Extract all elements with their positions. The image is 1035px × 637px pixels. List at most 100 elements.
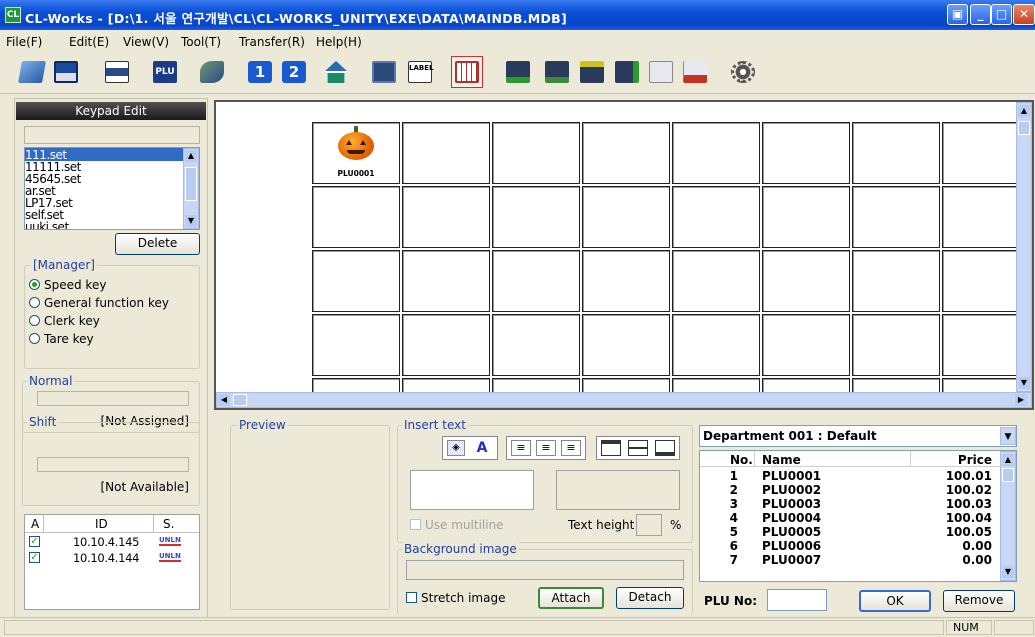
keypad-cell[interactable] [492, 314, 580, 376]
keypad-cell[interactable] [582, 122, 670, 184]
open-icon[interactable] [16, 56, 48, 88]
delete-button[interactable]: Delete [115, 233, 200, 255]
plu-key[interactable]: PLU0001 [312, 124, 400, 184]
keypad-cell[interactable] [852, 186, 940, 248]
align-right-icon[interactable]: ≡ [561, 440, 581, 456]
ok-button[interactable]: OK [859, 590, 931, 612]
remove-button[interactable]: Remove [943, 590, 1015, 612]
keypad-cell[interactable] [582, 250, 670, 312]
keypad-cell[interactable] [402, 314, 490, 376]
grid-icon[interactable] [451, 56, 483, 88]
table-row[interactable]: 7 PLU0007 0.00 [700, 553, 1000, 567]
transfer-icon[interactable] [196, 56, 228, 88]
align-left-icon[interactable]: ≡ [511, 440, 531, 456]
table-row[interactable]: 1 PLU0001 100.01 [700, 469, 1000, 483]
menu-transfer[interactable]: Transfer(R) [239, 35, 305, 49]
minimize-button[interactable]: _ [970, 4, 991, 25]
use-multiline-checkbox[interactable]: Use multiline [410, 518, 504, 532]
keypad-cell[interactable] [852, 122, 940, 184]
keypad-cell[interactable] [762, 314, 850, 376]
clerk-key-radio[interactable]: Clerk key [29, 314, 100, 328]
scroll-up-icon[interactable]: ▲ [185, 150, 197, 162]
send-icon[interactable] [502, 56, 534, 88]
menu-file[interactable]: File(F) [6, 35, 42, 49]
menu-edit[interactable]: Edit(E) [69, 35, 109, 49]
keypad-file-list[interactable]: 111.set 11111.set 45645.set ar.set LP17.… [24, 147, 200, 230]
device-checkbox[interactable]: ✓ [29, 536, 40, 547]
keypad-cell[interactable] [582, 314, 670, 376]
keypad-cell[interactable] [402, 122, 490, 184]
attach-button[interactable]: Attach [538, 587, 604, 609]
table-row[interactable]: 4 PLU0004 100.04 [700, 511, 1000, 525]
keypad-cell[interactable] [312, 186, 400, 248]
settings-icon[interactable] [727, 56, 759, 88]
two-icon[interactable]: 2 [278, 56, 310, 88]
list-item[interactable]: uuki.set [25, 220, 199, 229]
maximize-button[interactable]: □ [991, 4, 1012, 25]
general-function-key-radio[interactable]: General function key [29, 296, 169, 310]
chevron-down-icon[interactable]: ▼ [1000, 427, 1016, 445]
print-icon[interactable] [101, 56, 133, 88]
menu-tool[interactable]: Tool(T) [181, 35, 221, 49]
keypad-cell[interactable] [762, 122, 850, 184]
save-icon[interactable] [50, 56, 82, 88]
tare-key-radio[interactable]: Tare key [29, 332, 94, 346]
text-input-secondary[interactable] [556, 470, 680, 510]
keypad-cell[interactable] [492, 186, 580, 248]
keypad-cell[interactable] [492, 250, 580, 312]
title-bar[interactable]: CL CL-Works - [D:\1. 서울 연구개발\CL\CL-WORKS… [0, 0, 1035, 30]
grid-horizontal-scrollbar[interactable]: ◀ ▶ [216, 392, 1032, 408]
keypad-cell[interactable] [312, 314, 400, 376]
keypad-cell[interactable] [312, 250, 400, 312]
plu-table-scrollbar[interactable]: ▲ ▼ [1000, 451, 1016, 581]
table-row[interactable]: 6 PLU0006 0.00 [700, 539, 1000, 553]
import-icon[interactable] [611, 56, 643, 88]
label-icon[interactable]: LABEL [404, 56, 436, 88]
export-red-icon[interactable] [679, 56, 711, 88]
scroll-thumb[interactable] [1002, 468, 1014, 482]
home-icon[interactable] [320, 56, 352, 88]
text-color-icon[interactable]: A [473, 440, 491, 456]
close-button[interactable]: ✕ [1013, 4, 1035, 25]
keypad-cell[interactable] [852, 314, 940, 376]
detach-button[interactable]: Detach [616, 587, 684, 609]
stretch-image-checkbox[interactable]: Stretch image [406, 591, 505, 605]
scroll-right-icon[interactable]: ▶ [1015, 394, 1027, 406]
plu-icon[interactable]: PLU [149, 56, 181, 88]
table-row[interactable]: 3 PLU0003 100.03 [700, 497, 1000, 511]
table-row[interactable]: 5 PLU0005 100.05 [700, 525, 1000, 539]
device-checkbox[interactable]: ✓ [29, 552, 40, 563]
scroll-thumb[interactable] [1018, 121, 1030, 135]
scroll-thumb[interactable] [233, 394, 247, 406]
keypad-cell[interactable] [672, 122, 760, 184]
valign-middle-icon[interactable] [628, 440, 648, 456]
keypad-cell[interactable] [672, 186, 760, 248]
table-row[interactable]: 2 PLU0002 100.02 [700, 483, 1000, 497]
one-icon[interactable]: 1 [244, 56, 276, 88]
scroll-up-icon[interactable]: ▲ [1002, 454, 1014, 466]
keypad-cell[interactable] [852, 250, 940, 312]
scroll-down-icon[interactable]: ▼ [1018, 377, 1030, 389]
table-row[interactable]: ✓ 10.10.4.144 UNLN [25, 551, 199, 565]
keypad-cell[interactable] [672, 250, 760, 312]
keypad-name-field[interactable] [24, 126, 200, 144]
keypad-cell[interactable] [582, 186, 670, 248]
file-list-scrollbar[interactable]: ▲ ▼ [183, 148, 199, 229]
scroll-down-icon[interactable]: ▼ [185, 215, 197, 227]
table-row[interactable]: ✓ 10.10.4.145 UNLN [25, 535, 199, 549]
fill-color-icon[interactable]: ◈ [447, 440, 465, 456]
restore-icon[interactable]: ▣ [947, 4, 968, 25]
keypad-cell[interactable] [402, 250, 490, 312]
keypad-cell[interactable] [762, 186, 850, 248]
speed-key-radio[interactable]: Speed key [29, 278, 106, 292]
align-center-icon[interactable]: ≡ [536, 440, 556, 456]
text-height-input[interactable] [636, 514, 662, 536]
keypad-cell[interactable] [402, 186, 490, 248]
keypad-cell[interactable] [762, 250, 850, 312]
download-icon[interactable] [576, 56, 608, 88]
text-input[interactable] [410, 470, 534, 510]
receive-icon[interactable] [541, 56, 573, 88]
keypad-cell[interactable] [672, 314, 760, 376]
export-icon[interactable] [645, 56, 677, 88]
scroll-left-icon[interactable]: ◀ [218, 394, 230, 406]
